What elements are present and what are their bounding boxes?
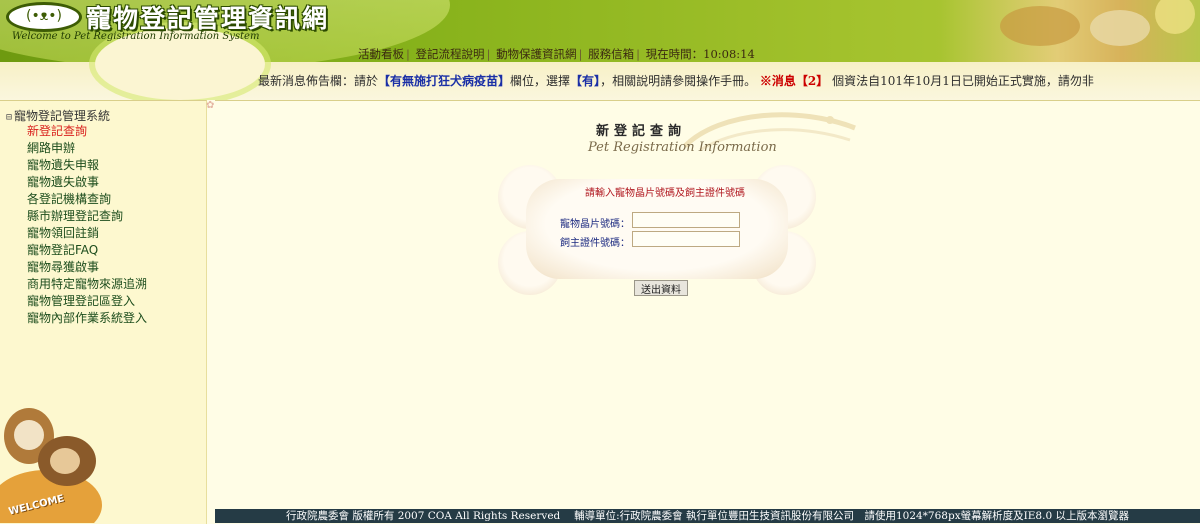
submit-button[interactable]: 送出資料 xyxy=(634,280,688,296)
owner-id-label: 飼主證件號碼： xyxy=(560,238,630,249)
sidebar-item-admin-login[interactable]: 寵物管理登記區登入 xyxy=(27,293,147,310)
owner-id-input[interactable] xyxy=(632,231,740,247)
sidebar-root-node[interactable]: ⊟ 寵物登記管理系統 xyxy=(6,107,110,124)
form-instruction: 請輸入寵物晶片號碼及飼主證件號碼 xyxy=(585,188,745,199)
site-subtitle: Welcome to Pet Registration Information … xyxy=(12,31,260,42)
sidebar-item-commercial-traceability[interactable]: 商用特定寵物來源追溯 xyxy=(27,276,147,293)
nav-separator: | xyxy=(636,47,640,61)
sidebar-item-found-pet-notice[interactable]: 寵物尋獲啟事 xyxy=(27,259,147,276)
nav-registration-process[interactable]: 登記流程說明 xyxy=(416,47,485,61)
marquee-highlight-rabies: 【有無施打狂犬病疫苗】 xyxy=(378,74,511,88)
nav-separator: | xyxy=(486,47,491,61)
news-marquee: 最新消息佈告欄：請於【有無施打狂犬病疫苗】欄位，選擇【有】，相關說明請參閱操作手… xyxy=(258,72,1200,89)
marquee-middle-2: ，相關說明請參閱操作手冊。 xyxy=(600,74,757,88)
nav-separator: | xyxy=(578,47,583,61)
sidebar-item-county-registration[interactable]: 縣市辦理登記查詢 xyxy=(27,208,147,225)
site-title: 寵物登記管理資訊網 xyxy=(86,4,330,33)
sidebar-item-faq[interactable]: 寵物登記FAQ xyxy=(27,242,147,259)
sidebar-item-online-application[interactable]: 網路申辦 xyxy=(27,140,147,157)
chip-number-input[interactable] xyxy=(632,212,740,228)
site-footer: 行政院農委會 版權所有 2007 COA All Rights Reserved… xyxy=(215,509,1200,523)
marquee-middle: 欄位，選擇 xyxy=(510,74,571,88)
logo-glyph: (•ᴥ•) xyxy=(26,8,62,24)
form-subtitle: Pet Registration Information xyxy=(588,140,777,155)
site-logo-icon: (•ᴥ•) xyxy=(6,2,82,32)
sidebar-item-lost-pet-report[interactable]: 寵物遺失申報 xyxy=(27,157,147,174)
main-content xyxy=(215,100,1200,509)
sidebar-item-internal-login[interactable]: 寵物內部作業系統登入 xyxy=(27,310,147,327)
sidebar-item-registration-agencies[interactable]: 各登記機構查詢 xyxy=(27,191,147,208)
sidebar-root-label: 寵物登記管理系統 xyxy=(14,109,111,123)
sidebar-item-new-registration-query[interactable]: 新登記查詢 xyxy=(27,123,147,140)
site-header: (•ᴥ•) 寵物登記管理資訊網 Welcome to Pet Registrat… xyxy=(0,0,1200,100)
marquee-suffix: 個資法自101年10月1日已開始正式實施，請勿非 xyxy=(828,74,1094,88)
sidebar-menu: 新登記查詢 網路申辦 寵物遺失申報 寵物遺失啟事 各登記機構查詢 縣市辦理登記查… xyxy=(27,123,147,327)
nav-separator: | xyxy=(406,47,410,61)
marquee-prefix: 最新消息佈告欄：請於 xyxy=(258,74,379,88)
current-time: 現在時間：10:08:14 xyxy=(645,47,755,61)
tree-collapse-icon[interactable]: ⊟ xyxy=(6,112,12,123)
welcome-pets-illustration: WELCOME xyxy=(0,400,104,523)
nav-activity-board[interactable]: 活動看板 xyxy=(358,47,404,61)
chip-number-label: 寵物晶片號碼： xyxy=(560,219,630,230)
nav-animal-protection[interactable]: 動物保護資訊網 xyxy=(496,47,577,61)
sidebar-item-pet-return-cancel[interactable]: 寵物領回註銷 xyxy=(27,225,147,242)
form-title: 新登記查詢 xyxy=(596,124,687,139)
nav-service-mailbox[interactable]: 服務信箱 xyxy=(588,47,634,61)
header-pets-illustration xyxy=(940,0,1200,62)
sidebar-item-lost-pet-notice[interactable]: 寵物遺失啟事 xyxy=(27,174,147,191)
marquee-alert: ※消息【2】 xyxy=(759,74,829,88)
marquee-highlight-yes: 【有】 xyxy=(570,74,601,88)
top-navigation: 活動看板 | 登記流程說明 | 動物保護資訊網 | 服務信箱 | 現在時間：10:08:… xyxy=(358,46,755,62)
